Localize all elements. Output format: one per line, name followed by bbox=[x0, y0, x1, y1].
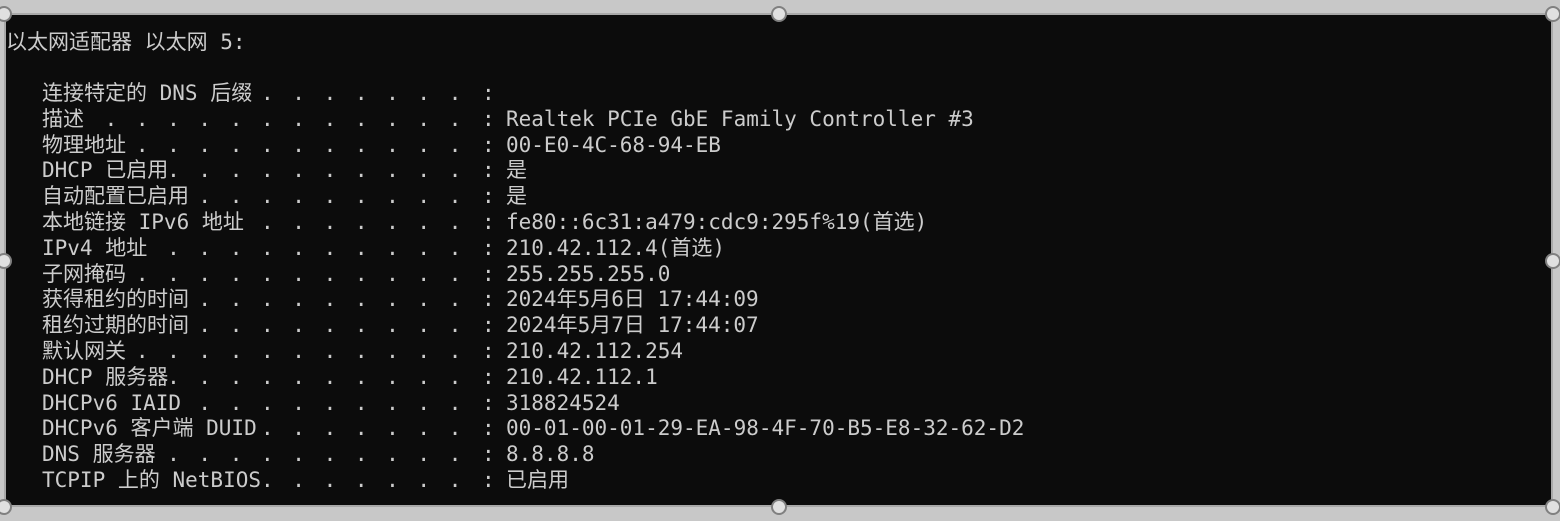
row-label: 连接特定的 DNS 后缀 bbox=[42, 81, 255, 105]
row-separator: : bbox=[482, 338, 495, 363]
row-value: fe80::6c31:a479:cdc9:295f%19(首选) bbox=[506, 209, 928, 234]
row-dhcp-enabled: . . . . . . . . . . . . . . . . . . . . … bbox=[42, 158, 1024, 184]
row-value: 210.42.112.1 bbox=[506, 364, 658, 389]
row-label: 本地链接 IPv6 地址 bbox=[42, 209, 246, 234]
ipconfig-rows: . . . . . . . . . . . . . . . . . . . . … bbox=[42, 81, 1024, 494]
row-label: 获得租约的时间 bbox=[42, 287, 191, 312]
terminal-output[interactable]: 以太网适配器 以太网 5: . . . . . . . . . . . . . … bbox=[6, 15, 1551, 505]
row-label: 自动配置已启用 bbox=[42, 184, 191, 209]
row-value: 00-01-00-01-29-EA-98-4F-70-B5-E8-32-62-D… bbox=[506, 416, 1025, 441]
row-value: 8.8.8.8 bbox=[506, 442, 595, 467]
resize-handle-bottom-left[interactable] bbox=[0, 499, 12, 515]
row-value: Realtek PCIe GbE Family Controller #3 bbox=[506, 106, 974, 131]
resize-handle-middle-right[interactable] bbox=[1545, 253, 1560, 269]
row-separator: : bbox=[482, 106, 495, 131]
row-separator: : bbox=[482, 184, 495, 209]
row-value: 210.42.112.254 bbox=[506, 338, 684, 363]
row-label: 描述 bbox=[42, 106, 86, 131]
row-label: DHCPv6 IAID bbox=[42, 390, 184, 415]
row-default-gateway: . . . . . . . . . . . . . . . . . . . . … bbox=[42, 338, 1024, 365]
row-label: TCPIP 上的 NetBIOS bbox=[42, 467, 264, 492]
row-separator: : bbox=[482, 261, 495, 286]
row-label: DHCP 已启用 bbox=[42, 158, 171, 183]
dot-leader: . . . . . . . . . . . . . . . . . . . . … bbox=[42, 106, 482, 131]
row-separator: : bbox=[482, 364, 495, 389]
row-netbios: . . . . . . . . . . . . . . . . . . . . … bbox=[42, 467, 1024, 494]
row-label: DHCP 服务器 bbox=[42, 364, 171, 389]
row-dhcpv6-iaid: . . . . . . . . . . . . . . . . . . . . … bbox=[42, 390, 1024, 417]
row-separator: : bbox=[482, 390, 495, 415]
row-separator: : bbox=[482, 442, 495, 467]
row-separator: : bbox=[482, 313, 495, 338]
row-label: DHCPv6 客户端 DUID bbox=[42, 416, 259, 441]
row-separator: : bbox=[482, 81, 495, 105]
row-dns-suffix: . . . . . . . . . . . . . . . . . . . . … bbox=[42, 81, 1024, 107]
row-subnet-mask: . . . . . . . . . . . . . . . . . . . . … bbox=[42, 261, 1024, 288]
resize-handle-top-center[interactable] bbox=[771, 6, 787, 22]
row-label: 子网掩码 bbox=[42, 261, 128, 286]
row-value: 2024年5月7日 17:44:07 bbox=[506, 313, 759, 338]
row-separator: : bbox=[482, 209, 495, 234]
row-label: 物理地址 bbox=[42, 132, 128, 157]
row-separator: : bbox=[482, 467, 495, 492]
row-separator: : bbox=[482, 235, 495, 260]
row-separator: : bbox=[482, 132, 495, 157]
row-separator: : bbox=[482, 287, 495, 312]
row-ipv6-address: . . . . . . . . . . . . . . . . . . . . … bbox=[42, 209, 1024, 236]
row-physical-address: . . . . . . . . . . . . . . . . . . . . … bbox=[42, 132, 1024, 159]
row-label: DNS 服务器 bbox=[42, 442, 158, 467]
row-lease-expires: . . . . . . . . . . . . . . . . . . . . … bbox=[42, 313, 1024, 339]
row-dns-servers: . . . . . . . . . . . . . . . . . . . . … bbox=[42, 442, 1024, 468]
row-separator: : bbox=[482, 158, 495, 183]
row-dhcp-server: . . . . . . . . . . . . . . . . . . . . … bbox=[42, 364, 1024, 391]
row-ipv4-address: . . . . . . . . . . . . . . . . . . . . … bbox=[42, 235, 1024, 262]
row-value: 是 bbox=[506, 184, 527, 209]
row-label: 默认网关 bbox=[42, 338, 128, 363]
adapter-header: 以太网适配器 以太网 5: bbox=[6, 30, 246, 54]
resize-handle-top-right[interactable] bbox=[1545, 6, 1560, 22]
row-value: 210.42.112.4(首选) bbox=[506, 235, 726, 260]
row-label: IPv4 地址 bbox=[42, 235, 150, 260]
row-description: . . . . . . . . . . . . . . . . . . . . … bbox=[42, 106, 1024, 133]
row-value: 已启用 bbox=[506, 467, 569, 492]
row-value: 00-E0-4C-68-94-EB bbox=[506, 132, 721, 157]
resize-handle-bottom-right[interactable] bbox=[1545, 499, 1560, 515]
row-autoconfig-enabled: . . . . . . . . . . . . . . . . . . . . … bbox=[42, 184, 1024, 210]
row-label: 租约过期的时间 bbox=[42, 313, 191, 338]
row-value: 2024年5月6日 17:44:09 bbox=[506, 287, 759, 312]
row-lease-obtained: . . . . . . . . . . . . . . . . . . . . … bbox=[42, 287, 1024, 313]
row-separator: : bbox=[482, 416, 495, 441]
row-value: 318824524 bbox=[506, 390, 620, 415]
resize-handle-bottom-center[interactable] bbox=[771, 499, 787, 515]
row-dhcpv6-duid: . . . . . . . . . . . . . . . . . . . . … bbox=[42, 416, 1024, 442]
row-value: 是 bbox=[506, 158, 527, 183]
row-value: 255.255.255.0 bbox=[506, 261, 671, 286]
